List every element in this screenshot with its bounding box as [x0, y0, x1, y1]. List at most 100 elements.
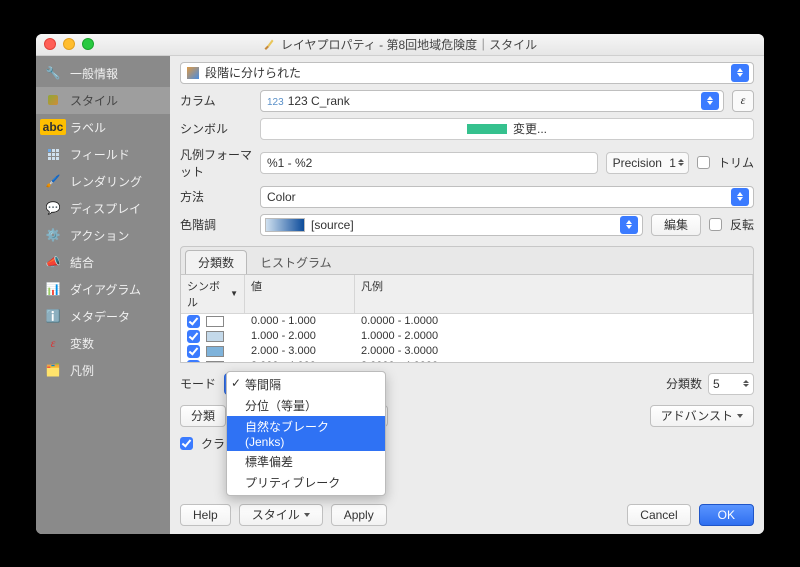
row-value: 3.000 - 4.000: [251, 360, 361, 363]
row-checkbox[interactable]: [187, 345, 200, 358]
sidebar-item-general[interactable]: 🔧 一般情報: [36, 60, 170, 87]
table-row[interactable]: 2.000 - 3.0002.0000 - 3.0000: [181, 344, 753, 359]
mode-menu-item[interactable]: プリティブレーク: [227, 472, 385, 493]
expression-button[interactable]: ε: [732, 90, 754, 112]
window-title: レイヤプロパティ - 第8回地域危険度｜スタイル: [36, 36, 764, 53]
symbol-swatch: [206, 316, 224, 327]
symbol-label: シンボル: [180, 120, 252, 137]
mode-menu-item[interactable]: 分位（等量）: [227, 395, 385, 416]
trim-checkbox[interactable]: [697, 156, 710, 169]
symbol-preview: [467, 124, 507, 134]
sidebar-item-label: 結合: [70, 254, 94, 271]
wrench-icon: 🔧: [44, 66, 62, 80]
header-legend[interactable]: 凡例: [355, 275, 753, 313]
advanced-button[interactable]: アドバンスト: [650, 405, 754, 427]
tab-classes[interactable]: 分類数: [185, 250, 247, 274]
sidebar-item-fields[interactable]: フィールド: [36, 141, 170, 168]
precision-stepper[interactable]: Precision 1: [606, 152, 689, 174]
classes-count-stepper[interactable]: 5: [708, 373, 754, 395]
gear-icon: ⚙️: [44, 228, 62, 242]
invert-label: 反転: [730, 216, 754, 233]
table-row[interactable]: 3.000 - 4.0003.0000 - 4.0000: [181, 359, 753, 363]
sidebar-item-display[interactable]: 💬 ディスプレイ: [36, 195, 170, 222]
sidebar-item-label: メタデータ: [70, 308, 130, 325]
classes-count-label: 分類数: [666, 375, 702, 392]
cancel-button[interactable]: Cancel: [627, 504, 690, 526]
brush-icon: 🖌️: [44, 174, 62, 188]
symbol-swatch: [206, 346, 224, 357]
column-label: カラム: [180, 92, 252, 109]
edit-ramp-button[interactable]: 編集: [651, 214, 701, 236]
symbol-swatch: [206, 331, 224, 342]
table-row[interactable]: 0.000 - 1.0000.0000 - 1.0000: [181, 314, 753, 329]
link-boundaries-checkbox[interactable]: [180, 437, 193, 450]
chevron-updown-icon: [731, 188, 749, 206]
sidebar-item-style[interactable]: スタイル: [36, 87, 170, 114]
paintbrush-icon: [263, 38, 275, 50]
table-icon: [44, 147, 62, 161]
sidebar-item-diagram[interactable]: 📊 ダイアグラム: [36, 276, 170, 303]
legend-icon: 🗂️: [44, 363, 62, 377]
sidebar-item-action[interactable]: ⚙️ アクション: [36, 222, 170, 249]
label-icon: abc: [44, 120, 62, 134]
sidebar: 🔧 一般情報 スタイル abc ラベル フィールド 🖌️ レンダリング 💬: [36, 56, 170, 534]
table-row[interactable]: 1.000 - 2.0001.0000 - 2.0000: [181, 329, 753, 344]
sidebar-item-variables[interactable]: ε 変数: [36, 330, 170, 357]
legend-format-label: 凡例フォーマット: [180, 146, 252, 180]
sidebar-item-label: ラベル: [70, 119, 106, 136]
chevron-updown-icon: [731, 64, 749, 82]
renderer-dropdown[interactable]: 段階に分けられた: [180, 62, 754, 84]
mode-menu-item[interactable]: 自然なブレーク(Jenks): [227, 416, 385, 451]
epsilon-icon: ε: [44, 336, 62, 350]
sidebar-item-metadata[interactable]: ℹ️ メタデータ: [36, 303, 170, 330]
class-tabs: 分類数 ヒストグラム: [180, 246, 754, 275]
field-icon: 123: [267, 97, 284, 108]
sidebar-item-label: レンダリング: [70, 173, 142, 190]
row-checkbox[interactable]: [187, 315, 200, 328]
row-legend: 1.0000 - 2.0000: [361, 330, 747, 342]
chevron-down-icon: [304, 513, 310, 517]
method-label: 方法: [180, 188, 252, 205]
color-ramp-dropdown[interactable]: [source]: [260, 214, 643, 236]
sidebar-item-label: 一般情報: [70, 65, 118, 82]
style-menu-button[interactable]: スタイル: [239, 504, 323, 526]
header-symbol[interactable]: シンボル: [181, 275, 245, 313]
header-value[interactable]: 値: [245, 275, 355, 313]
sidebar-item-label: スタイル: [70, 92, 118, 109]
ok-button[interactable]: OK: [699, 504, 754, 526]
classify-button[interactable]: 分類: [180, 405, 226, 427]
row-checkbox[interactable]: [187, 360, 200, 363]
legend-format-input[interactable]: %1 - %2: [260, 152, 598, 174]
classes-table: シンボル 値 凡例 0.000 - 1.0000.0000 - 1.00001.…: [180, 275, 754, 363]
info-icon: ℹ️: [44, 309, 62, 323]
mode-label: モード: [180, 375, 216, 392]
trim-label: トリム: [718, 154, 754, 171]
apply-button[interactable]: Apply: [331, 504, 387, 526]
symbol-swatch: [206, 361, 224, 363]
sidebar-item-label: 凡例: [70, 362, 94, 379]
chevron-updown-icon: [620, 216, 638, 234]
chevron-updown-icon: [701, 92, 719, 110]
graduated-icon: [187, 67, 199, 79]
tab-histogram[interactable]: ヒストグラム: [247, 250, 345, 274]
sidebar-item-join[interactable]: 📣 結合: [36, 249, 170, 276]
color-ramp-label: 色階調: [180, 216, 252, 233]
method-dropdown[interactable]: Color: [260, 186, 754, 208]
sidebar-item-label: 変数: [70, 335, 94, 352]
help-button[interactable]: Help: [180, 504, 231, 526]
sidebar-item-labels[interactable]: abc ラベル: [36, 114, 170, 141]
sidebar-item-label: ディスプレイ: [70, 200, 141, 217]
chevron-updown-icon: [743, 380, 749, 387]
sidebar-item-legend[interactable]: 🗂️ 凡例: [36, 357, 170, 384]
row-value: 2.000 - 3.000: [251, 345, 361, 357]
row-checkbox[interactable]: [187, 330, 200, 343]
symbol-change-button[interactable]: 変更...: [260, 118, 754, 140]
column-dropdown[interactable]: 123123 C_rank: [260, 90, 724, 112]
sidebar-item-rendering[interactable]: 🖌️ レンダリング: [36, 168, 170, 195]
invert-checkbox[interactable]: [709, 218, 722, 231]
gradient-icon: [265, 218, 305, 232]
mode-menu-item[interactable]: 標準偏差: [227, 451, 385, 472]
mode-menu-item[interactable]: 等間隔: [227, 374, 385, 395]
row-legend: 3.0000 - 4.0000: [361, 360, 747, 363]
join-icon: 📣: [44, 255, 62, 269]
